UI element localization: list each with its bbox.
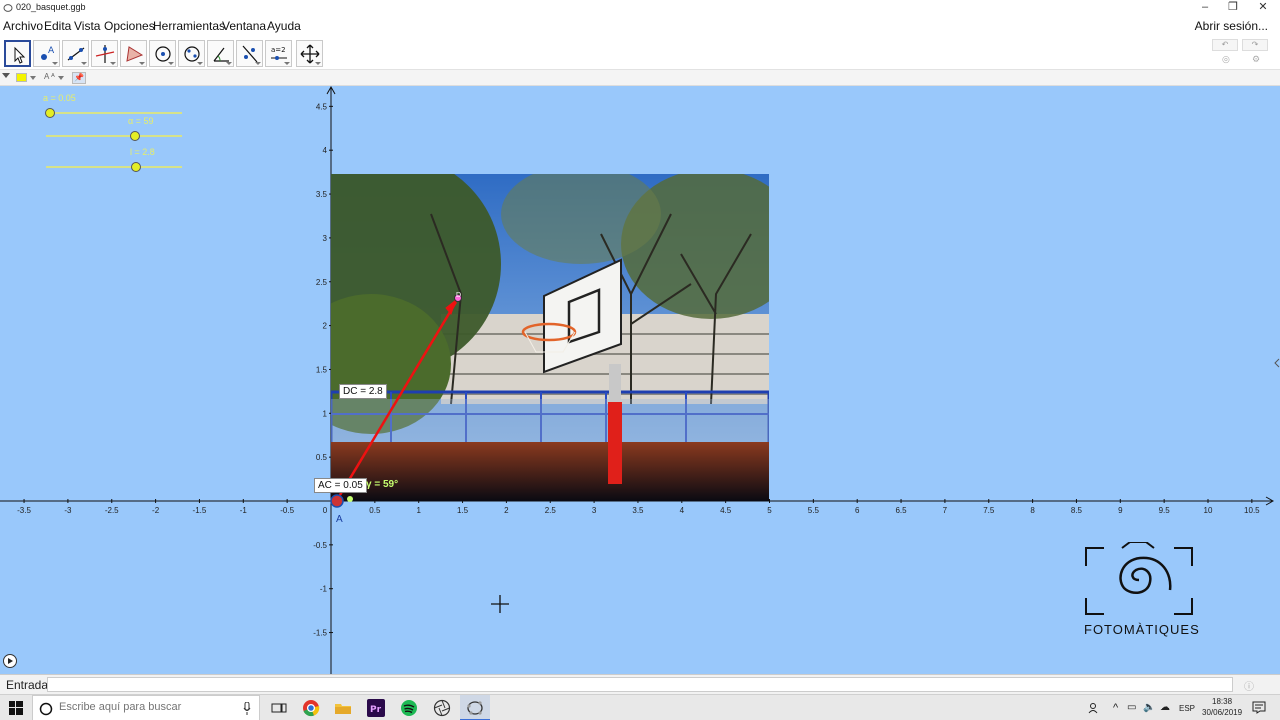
menu-vista[interactable]: Vista — [74, 19, 100, 33]
taskbar-search-box[interactable] — [32, 695, 260, 720]
file-explorer-icon[interactable] — [334, 699, 352, 717]
menu-ventana[interactable]: Ventana — [222, 19, 266, 33]
minimize-button[interactable]: – — [1190, 0, 1220, 16]
slider-tool-button[interactable]: a=2 — [265, 40, 292, 67]
menu-opciones[interactable]: Opciones — [104, 19, 155, 33]
gear-icon[interactable]: ⚙ — [1252, 54, 1260, 65]
play-icon — [8, 658, 13, 664]
text-style-icon[interactable]: A ᴬ — [44, 72, 55, 81]
aperture-app-icon[interactable] — [433, 699, 451, 717]
language-indicator[interactable]: ESP — [1179, 704, 1195, 713]
reflect-tool-button[interactable] — [236, 40, 263, 67]
clock-date[interactable]: 30/06/2019 — [1202, 708, 1242, 717]
geogebra-taskbar-button[interactable] — [460, 695, 490, 720]
angle-gamma-label[interactable]: γ = 59° — [366, 479, 398, 490]
cursor-arrow-icon — [14, 46, 26, 64]
premiere-pro-icon[interactable]: Pr — [367, 699, 385, 717]
vector-ad[interactable] — [335, 301, 458, 501]
spotify-icon[interactable] — [400, 699, 418, 717]
label-ac[interactable]: AC = 0.05 — [314, 478, 367, 493]
slider-alpha-track[interactable] — [46, 135, 182, 137]
label-dc[interactable]: DC = 2.8 — [339, 384, 387, 399]
notifications-icon[interactable] — [1252, 701, 1266, 714]
fotomatiques-logo: FOTOMÀTIQUES — [1084, 541, 1200, 642]
point-c-marker[interactable] — [347, 496, 353, 502]
input-bar: Entrada: ⓘ — [0, 674, 1280, 694]
style-bar: A ᴬ 📌 — [0, 70, 1280, 86]
login-link[interactable]: Abrir sesión... — [1195, 19, 1268, 33]
chrome-icon[interactable] — [302, 699, 320, 717]
svg-text:Pr: Pr — [370, 705, 382, 715]
svg-text:a=2: a=2 — [271, 46, 286, 54]
slider-a-track[interactable] — [46, 112, 182, 114]
restore-button[interactable]: ❐ — [1218, 0, 1248, 16]
slider-l-knob[interactable] — [131, 162, 141, 172]
task-view-icon[interactable] — [270, 699, 288, 717]
windows-taskbar: Pr ^ ▭ 🔈 ☁ ESP 18:38 30/06/2019 — [0, 694, 1280, 720]
microphone-icon[interactable] — [243, 702, 251, 715]
side-panel-chevron-icon[interactable] — [1274, 358, 1280, 368]
people-icon[interactable] — [1088, 702, 1100, 714]
tray-chevron-up-icon[interactable]: ^ — [1113, 702, 1118, 714]
taskbar-search-input[interactable] — [59, 701, 249, 713]
volume-icon[interactable]: 🔈 — [1143, 702, 1155, 713]
crosshair-cursor-icon — [491, 595, 509, 613]
menu-edita[interactable]: Edita — [44, 19, 71, 33]
graphics-view[interactable]: -3.5 -3 -2.5 -2 -1.5 -1 -0.5 0 0.5 1 1.5 2 2.5 3 3.5 4 4… — [0, 86, 1280, 674]
line-tool-button[interactable] — [62, 40, 89, 67]
toolbar: A a=2 ↶ ↷ ◎ ⚙ — [0, 36, 1280, 70]
tray-device-icon[interactable]: ▭ — [1127, 702, 1136, 713]
menu-herramientas[interactable]: Herramientas — [153, 19, 225, 33]
chevron-down-icon[interactable] — [58, 76, 64, 80]
slider-l-label: l = 2.8 — [130, 147, 155, 157]
undo-button[interactable]: ↶ — [1212, 39, 1238, 51]
conic-tool-button[interactable] — [178, 40, 205, 67]
menu-archivo[interactable]: Archivo — [3, 19, 43, 33]
close-button[interactable]: ✕ — [1248, 0, 1278, 16]
slider-alpha-knob[interactable] — [130, 131, 140, 141]
circle-tool-button[interactable] — [149, 40, 176, 67]
pin-icon[interactable]: 📌 — [72, 72, 86, 84]
point-d-label: D — [456, 292, 462, 299]
onedrive-cloud-icon[interactable]: ☁ — [1160, 702, 1170, 713]
point-a-marker[interactable] — [330, 494, 344, 508]
geogebra-icon — [467, 701, 483, 715]
slider-a-knob[interactable] — [45, 108, 55, 118]
point-a-label: A — [336, 514, 343, 525]
geogebra-app-icon — [3, 4, 13, 12]
vector-arrowhead-icon — [445, 298, 458, 315]
search-icon — [39, 702, 53, 716]
window-title: 020_basquet.ggb — [16, 2, 86, 12]
color-swatch[interactable] — [16, 73, 27, 82]
point-tool-button[interactable]: A — [33, 40, 60, 67]
windows-start-icon[interactable] — [9, 701, 23, 715]
redo-button[interactable]: ↷ — [1242, 39, 1268, 51]
input-label: Entrada: — [6, 678, 52, 692]
logo-brand-text: FOTOMÀTIQUES — [1084, 622, 1200, 637]
move-tool-button[interactable] — [4, 40, 31, 67]
chevron-down-icon[interactable] — [30, 76, 36, 80]
perpendicular-tool-button[interactable] — [91, 40, 118, 67]
menu-bar: Archivo Edita Vista Opciones Herramienta… — [0, 16, 1280, 36]
input-field[interactable] — [47, 677, 1233, 692]
angle-tool-button[interactable] — [207, 40, 234, 67]
slider-l-track[interactable] — [46, 166, 182, 168]
title-bar: 020_basquet.ggb – ❐ ✕ — [0, 0, 1280, 16]
menu-ayuda[interactable]: Ayuda — [267, 19, 301, 33]
play-button[interactable] — [3, 654, 17, 668]
collapse-triangle-icon[interactable] — [2, 73, 10, 79]
move-view-tool-button[interactable] — [296, 40, 323, 67]
slider-alpha-label: α = 59 — [128, 116, 154, 126]
polygon-tool-button[interactable] — [120, 40, 147, 67]
help-icon[interactable]: ◎ — [1222, 54, 1230, 65]
clock-time[interactable]: 18:38 — [1212, 697, 1232, 706]
camera-logo-icon — [1085, 541, 1193, 615]
svg-text:A: A — [48, 46, 55, 56]
input-help-icon[interactable]: ⓘ — [1244, 678, 1254, 693]
slider-a-label: a = 0.05 — [43, 93, 76, 103]
